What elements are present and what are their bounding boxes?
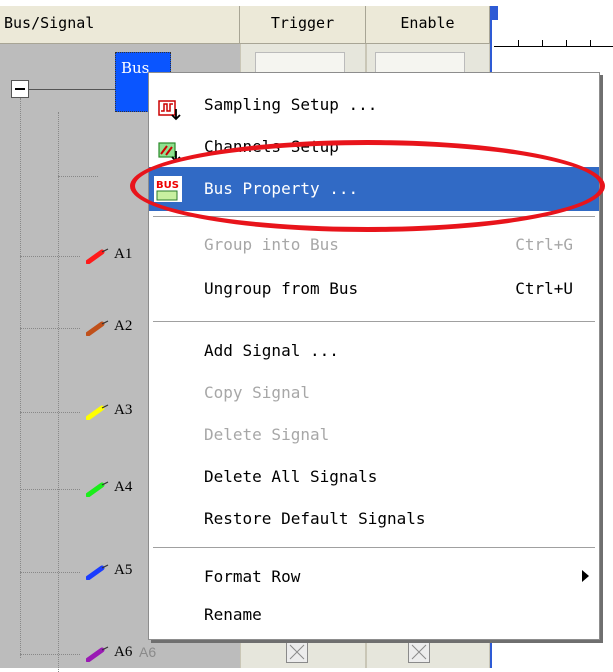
tree-branch: [20, 412, 80, 413]
enable-disabled-box: [408, 641, 430, 663]
menu-separator: [153, 547, 595, 549]
menu-item-restore-default-signals[interactable]: Restore Default Signals: [149, 497, 599, 541]
column-header-bus-signal[interactable]: Bus/Signal: [0, 6, 240, 44]
signal-probe-icon: [85, 646, 112, 663]
menu-label: Restore Default Signals: [204, 509, 426, 528]
menu-item-rename[interactable]: Rename: [149, 593, 599, 637]
column-header-trigger[interactable]: Trigger: [240, 6, 366, 44]
tree-branch: [20, 328, 80, 329]
tree-branch: [20, 572, 80, 573]
tree-branch: [20, 489, 80, 490]
channels-setup-icon: [158, 136, 182, 163]
menu-item-ungroup-from-bus[interactable]: Ungroup from Bus Ctrl+U: [149, 267, 599, 311]
menu-item-delete-all-signals[interactable]: Delete All Signals: [149, 455, 599, 499]
annotation-ellipse: [130, 140, 605, 232]
bus-node-label: Bus: [121, 59, 150, 77]
tree-branch: [58, 176, 98, 177]
tree-connector: [29, 89, 115, 90]
signal-label[interactable]: A5: [114, 562, 132, 579]
collapse-icon[interactable]: [11, 80, 29, 98]
menu-item-copy-signal[interactable]: Copy Signal: [149, 371, 599, 415]
signal-probe-icon: [85, 404, 112, 421]
menu-shortcut: Ctrl+U: [515, 279, 573, 298]
menu-label: Copy Signal: [204, 383, 310, 402]
cursor-marker[interactable]: [490, 6, 498, 20]
menu-item-delete-signal[interactable]: Delete Signal: [149, 413, 599, 457]
signal-label[interactable]: A2: [114, 318, 132, 335]
signal-label[interactable]: A4: [114, 479, 132, 496]
signal-label[interactable]: A1: [114, 246, 132, 263]
menu-label: Ungroup from Bus: [204, 279, 359, 298]
signal-probe-icon: [85, 564, 112, 581]
tree-branch: [20, 256, 80, 257]
menu-label: Add Signal ...: [204, 341, 339, 360]
signal-label[interactable]: A3: [114, 402, 132, 419]
menu-shortcut: Ctrl+G: [515, 235, 573, 254]
menu-label: Delete Signal: [204, 425, 330, 444]
signal-alias: A6: [139, 644, 157, 660]
sampling-setup-icon: [158, 94, 182, 121]
submenu-arrow-icon: [582, 570, 589, 582]
signal-label[interactable]: A6: [114, 644, 132, 661]
signal-probe-icon: [85, 248, 112, 265]
column-header-enable[interactable]: Enable: [366, 6, 490, 44]
tree-branch: [20, 654, 80, 655]
menu-separator: [153, 321, 595, 323]
menu-label: Sampling Setup ...: [204, 95, 378, 114]
tree-child-line: [58, 112, 59, 672]
menu-label: Delete All Signals: [204, 467, 378, 486]
menu-label: Rename: [204, 605, 262, 624]
time-ruler: [494, 38, 613, 47]
tree-trunk-line: [20, 98, 21, 658]
menu-item-sampling-setup[interactable]: Sampling Setup ...: [149, 83, 599, 127]
signal-probe-icon: [85, 481, 112, 498]
trigger-disabled-box: [286, 641, 308, 663]
menu-item-add-signal[interactable]: Add Signal ...: [149, 329, 599, 373]
signal-probe-icon: [85, 320, 112, 337]
